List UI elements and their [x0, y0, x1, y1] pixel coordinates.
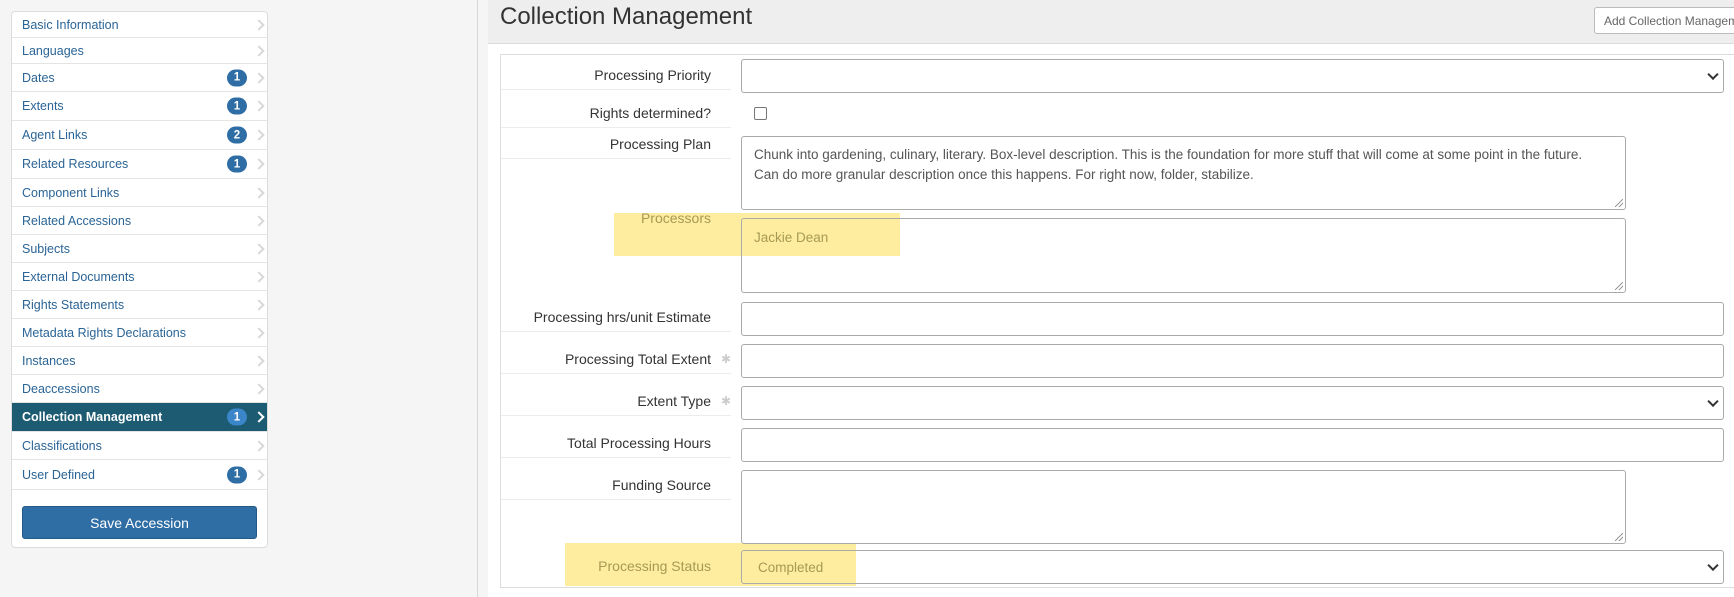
resize-grip-icon[interactable] [1615, 199, 1623, 207]
count-badge: 1 [227, 155, 247, 173]
sidebar-item-label: Languages [22, 43, 84, 58]
count-badge: 1 [227, 466, 247, 483]
extent-type-select[interactable] [741, 386, 1724, 420]
sidebar-item-label: Component Links [22, 185, 120, 200]
chevron-right-icon [253, 326, 265, 339]
field-label-text: Processing Total Extent [564, 351, 711, 367]
processing-priority-label: Processing Priority [501, 60, 731, 90]
form-section-nav: Basic Information Languages Dates 1 Exte… [11, 11, 268, 548]
chevron-down-icon [1707, 68, 1719, 81]
count-badge: 1 [227, 97, 247, 115]
chevron-down-icon [1707, 395, 1719, 408]
chevron-right-icon [253, 468, 265, 481]
sidebar-item-label: Related Accessions [22, 213, 132, 228]
processing-hrs-unit-estimate-label: Processing hrs/unit Estimate [501, 302, 731, 332]
processing-status-select[interactable]: Completed [741, 550, 1724, 584]
sidebar-item-languages[interactable]: Languages [12, 38, 267, 64]
section-header: Collection Management Add Collection Man… [488, 0, 1734, 44]
sidebar-item-deaccessions[interactable]: Deaccessions [12, 375, 267, 403]
processors-textarea[interactable]: Jackie Dean [741, 218, 1626, 293]
sidebar-item-extents[interactable]: Extents 1 [12, 92, 267, 121]
sidebar-item-instances[interactable]: Instances [12, 347, 267, 375]
total-processing-hours-input[interactable] [741, 428, 1724, 462]
processing-plan-textarea[interactable]: Chunk into gardening, culinary, literary… [741, 136, 1626, 210]
field-label-text: Extent Type [637, 393, 711, 409]
chevron-right-icon [253, 44, 265, 57]
chevron-right-icon [253, 71, 265, 84]
sidebar-item-collection-management[interactable]: Collection Management 1 [12, 403, 267, 432]
sidebar-item-label: Metadata Rights Declarations [22, 325, 186, 340]
chevron-right-icon [253, 186, 265, 199]
required-asterisk-icon: ✱ [720, 352, 731, 366]
sidebar-item-basic-information[interactable]: Basic Information [12, 12, 267, 38]
sidebar-item-label: Classifications [22, 438, 102, 453]
sidebar-item-dates[interactable]: Dates 1 [12, 64, 267, 92]
total-processing-hours-label: Total Processing Hours [501, 428, 731, 458]
count-badge: 1 [227, 408, 247, 426]
chevron-right-icon [253, 270, 265, 283]
rights-determined-label: Rights determined? [501, 98, 731, 128]
sidebar-item-related-resources[interactable]: Related Resources 1 [12, 150, 267, 179]
count-badge: 2 [227, 126, 247, 144]
processing-plan-label: Processing Plan [501, 129, 731, 159]
sidebar-item-classifications[interactable]: Classifications [12, 432, 267, 460]
chevron-right-icon [253, 214, 265, 227]
page-title: Collection Management [500, 3, 753, 30]
funding-source-label: Funding Source [501, 470, 731, 500]
chevron-right-icon [253, 354, 265, 367]
sidebar-item-label: Subjects [22, 241, 70, 256]
processors-text: Jackie Dean [754, 230, 829, 245]
rights-determined-checkbox[interactable] [754, 107, 767, 120]
sidebar-item-external-documents[interactable]: External Documents [12, 263, 267, 291]
chevron-right-icon [253, 298, 265, 311]
chevron-right-icon [253, 439, 265, 452]
sidebar-item-metadata-rights-declarations[interactable]: Metadata Rights Declarations [12, 319, 267, 347]
processors-label: Processors [640, 210, 711, 226]
sidebar-item-label: Extents [22, 99, 64, 113]
sidebar-item-agent-links[interactable]: Agent Links 2 [12, 121, 267, 150]
save-accession-button[interactable]: Save Accession [22, 506, 257, 539]
sidebar-item-label: Related Resources [22, 157, 129, 171]
extent-type-label: Extent Type ✱ [501, 386, 731, 416]
sidebar-item-label: User Defined [22, 467, 95, 482]
chevron-right-icon [253, 129, 265, 141]
sidebar-item-subjects[interactable]: Subjects [12, 235, 267, 263]
sidebar-item-label: Rights Statements [22, 297, 125, 312]
selected-value: Completed [758, 560, 824, 575]
chevron-right-icon [253, 158, 265, 170]
processing-priority-select[interactable] [741, 59, 1724, 93]
chevron-right-icon [253, 411, 265, 423]
add-collection-management-button[interactable]: Add Collection Management [1594, 7, 1734, 34]
funding-source-textarea[interactable] [741, 470, 1626, 544]
sidebar-item-label: Deaccessions [22, 381, 100, 396]
collection-management-form: Processing Priority Rights determined? P… [500, 54, 1734, 588]
sidebar-item-label: Agent Links [22, 128, 88, 142]
resize-grip-icon[interactable] [1615, 282, 1623, 290]
count-badge: 1 [227, 69, 247, 86]
sidebar-item-label: Instances [22, 353, 76, 368]
column-divider [477, 0, 478, 597]
chevron-right-icon [253, 242, 265, 255]
processing-status-label: Processing Status [598, 558, 711, 574]
chevron-down-icon [1707, 559, 1719, 572]
processing-hrs-unit-estimate-input[interactable] [741, 302, 1724, 336]
sidebar-item-rights-statements[interactable]: Rights Statements [12, 291, 267, 319]
sidebar-item-label: External Documents [22, 269, 135, 284]
sidebar-item-related-accessions[interactable]: Related Accessions [12, 207, 267, 235]
required-asterisk-icon: ✱ [720, 394, 731, 408]
resize-grip-icon[interactable] [1615, 533, 1623, 541]
processing-plan-text: Chunk into gardening, culinary, literary… [754, 147, 1583, 182]
sidebar-item-label: Dates [22, 70, 55, 85]
main-content: Collection Management Add Collection Man… [488, 0, 1734, 597]
sidebar-item-component-links[interactable]: Component Links [12, 179, 267, 207]
sidebar-item-label: Collection Management [22, 410, 163, 424]
chevron-right-icon [253, 100, 265, 112]
sidebar-item-user-defined[interactable]: User Defined 1 [12, 460, 267, 490]
sidebar-item-label: Basic Information [22, 17, 119, 32]
processing-total-extent-input[interactable] [741, 344, 1724, 378]
processing-total-extent-label: Processing Total Extent ✱ [501, 344, 731, 374]
chevron-right-icon [253, 18, 265, 31]
chevron-right-icon [253, 382, 265, 395]
